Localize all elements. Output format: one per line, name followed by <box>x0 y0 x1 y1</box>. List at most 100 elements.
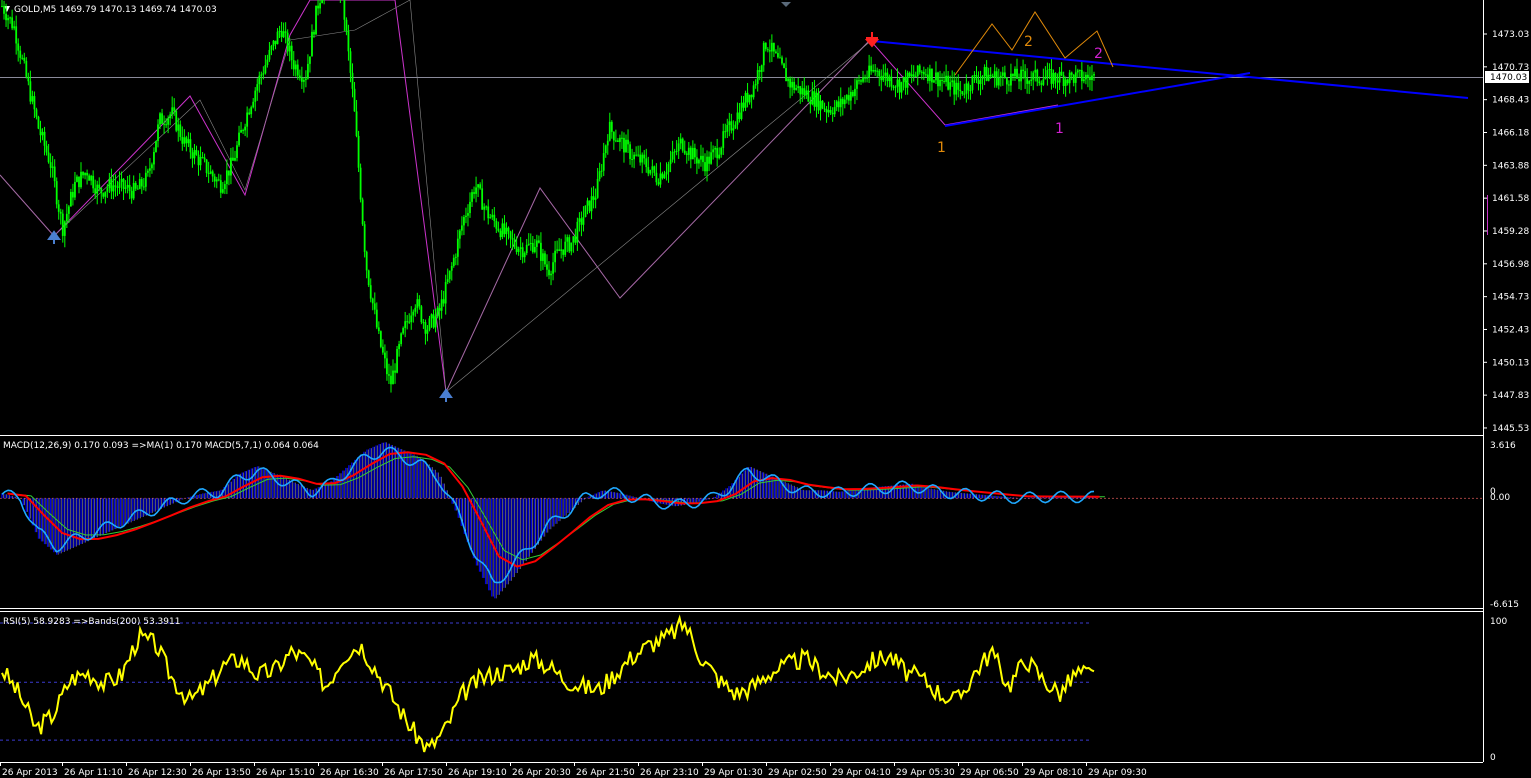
candle-body <box>183 137 186 144</box>
candle-body <box>67 206 70 214</box>
candle-body <box>193 150 196 159</box>
candle-body <box>953 80 956 95</box>
candle-body <box>43 131 46 146</box>
candle-body <box>1001 72 1004 76</box>
candle-body <box>1020 69 1022 82</box>
rsi-axis-min: 0 <box>1490 753 1496 763</box>
candle-body <box>181 136 184 144</box>
candle-body <box>852 91 854 97</box>
candle-body <box>698 159 700 164</box>
candle-body <box>155 141 157 153</box>
candle-body <box>396 349 398 373</box>
candle-body <box>1016 68 1018 79</box>
candle-body <box>736 112 739 125</box>
candle-body <box>647 167 650 174</box>
candle-body <box>1074 72 1077 83</box>
candle-body <box>874 69 877 72</box>
candle-body <box>191 152 194 159</box>
candle-body <box>708 156 710 164</box>
candle-body <box>572 236 575 243</box>
candle-body <box>791 81 794 88</box>
candle-body <box>991 75 994 78</box>
candle-body <box>1050 69 1053 84</box>
candle-body <box>501 223 504 238</box>
candle-body <box>621 137 623 139</box>
candle-body <box>544 253 546 265</box>
candle-body <box>177 124 180 131</box>
time-tick-label: 26 Apr 17:50 <box>384 768 443 778</box>
candle-body <box>999 75 1002 78</box>
candle-body <box>483 206 486 210</box>
candle-body <box>718 154 721 159</box>
candle-body <box>157 124 159 142</box>
candle-body <box>365 251 368 271</box>
candle-body <box>82 171 84 176</box>
candle-body <box>76 176 78 182</box>
candle-body <box>1003 72 1006 78</box>
candle-body <box>973 75 976 77</box>
candle-body <box>386 358 388 375</box>
candle-body <box>772 42 775 52</box>
candle-body <box>623 137 625 153</box>
candle-body <box>542 253 544 261</box>
candle-body <box>803 88 806 96</box>
candle-body <box>720 147 723 155</box>
candle-body <box>1005 77 1008 85</box>
candle-body <box>750 94 753 98</box>
candle-body <box>230 157 232 176</box>
candle-body <box>436 308 439 317</box>
candle-body <box>363 224 366 252</box>
chart-canvas: 1 2 1 2 GOLD,M5 1469.79 1470.13 1469.74 147… <box>0 0 1531 778</box>
candle-body <box>781 57 783 64</box>
candle-body <box>799 86 802 95</box>
candle-body <box>238 132 240 146</box>
candle-body <box>979 79 982 85</box>
candle-body <box>995 71 998 86</box>
candle-body <box>574 236 577 243</box>
candle-body <box>947 75 950 90</box>
candle-body <box>359 167 362 200</box>
candle-body <box>811 91 814 105</box>
candle-body <box>645 158 648 168</box>
candle-body <box>61 213 64 236</box>
candle-body <box>726 125 729 132</box>
candle-body <box>568 237 571 252</box>
candle-body <box>371 298 374 304</box>
candle-body <box>558 249 561 251</box>
candle-body <box>414 307 417 312</box>
candle-body <box>205 159 208 174</box>
candle-body <box>126 184 129 188</box>
candle-body <box>412 311 415 316</box>
candle-body <box>997 77 1000 86</box>
candle-body <box>841 98 844 105</box>
candle-body <box>1076 70 1079 73</box>
candle-body <box>309 56 311 64</box>
candle-body <box>556 249 559 251</box>
candle-body <box>209 171 212 174</box>
candle-body <box>252 101 255 108</box>
candle-body <box>21 57 24 59</box>
candle-body <box>931 68 933 83</box>
candle-body <box>815 92 818 107</box>
candle-body <box>65 213 68 222</box>
candle-body <box>438 308 441 311</box>
candle-body <box>1072 74 1075 83</box>
candle-body <box>892 86 895 88</box>
candle-body <box>1064 79 1067 86</box>
candle-body <box>710 152 712 164</box>
candle-body <box>384 352 386 359</box>
candle-body <box>860 80 862 82</box>
candle-body <box>489 217 492 219</box>
candle-body <box>444 282 447 304</box>
candle-body <box>912 74 915 77</box>
macd-axis-max: 3.616 <box>1490 441 1516 451</box>
candle-body <box>1060 71 1063 76</box>
candle-body <box>1078 70 1081 72</box>
candle-body <box>562 249 565 255</box>
candle-body <box>619 137 621 142</box>
candle-body <box>493 214 496 222</box>
candle-body <box>1040 83 1043 85</box>
candle-body <box>696 157 698 164</box>
candle-body <box>1026 78 1029 84</box>
candle-body <box>566 237 569 242</box>
